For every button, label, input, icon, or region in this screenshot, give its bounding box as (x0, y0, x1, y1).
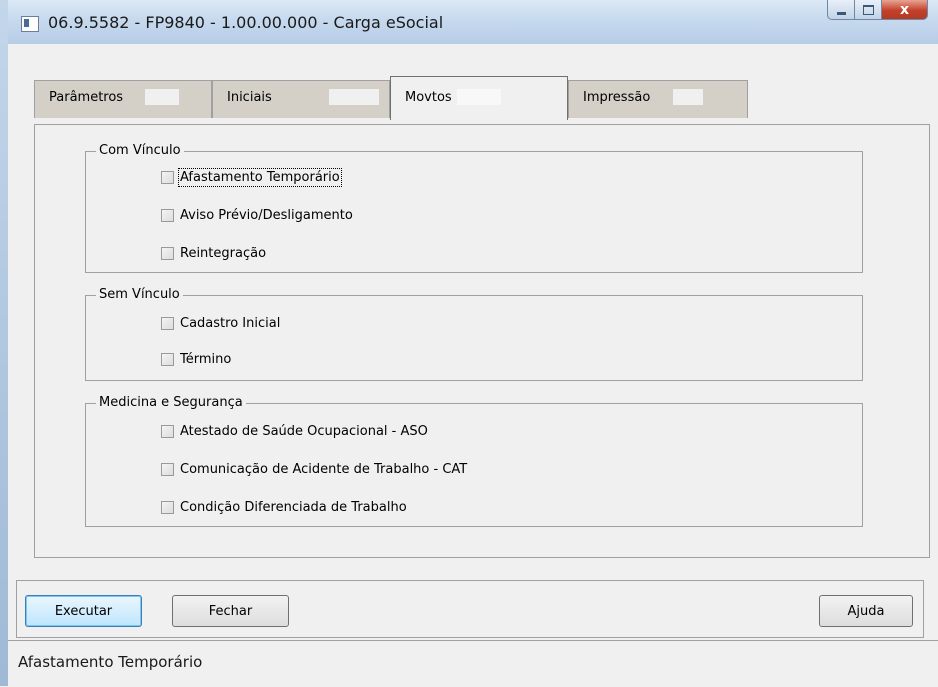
checkbox-label: Cadastro Inicial (180, 316, 281, 331)
group-legend: Com Vínculo (96, 143, 184, 158)
checkbox-reintegracao[interactable]: Reintegração (161, 246, 266, 261)
checkbox-label: Atestado de Saúde Ocupacional - ASO (180, 424, 428, 439)
checkbox-box[interactable] (161, 247, 174, 260)
ajuda-button[interactable]: Ajuda (819, 595, 913, 627)
fechar-button[interactable]: Fechar (172, 595, 289, 627)
checkbox-label: Condição Diferenciada de Trabalho (180, 500, 407, 515)
close-button[interactable]: x (882, 0, 928, 20)
checkbox-box[interactable] (161, 501, 174, 514)
checkbox-box[interactable] (161, 463, 174, 476)
checkbox-label: Reintegração (180, 246, 267, 261)
group-legend: Medicina e Segurança (96, 395, 246, 410)
title-bar[interactable]: 06.9.5582 - FP9840 - 1.00.00.000 - Carga… (8, 0, 938, 45)
group-sem-vinculo: Sem Vínculo Cadastro Inicial Término (85, 287, 863, 381)
button-bar: Executar Fechar Ajuda (16, 580, 924, 638)
checkbox-label: Aviso Prévio/Desligamento (180, 208, 353, 223)
checkbox-cadastro-inicial[interactable]: Cadastro Inicial (161, 316, 280, 331)
maximize-button[interactable] (855, 0, 882, 20)
tab-movtos[interactable]: Movtos (390, 76, 568, 120)
tab-panel-movtos: Com Vínculo Afastamento Temporário Aviso… (34, 124, 930, 558)
checkbox-label: Afastamento Temporário (178, 168, 342, 187)
tab-impressao[interactable]: Impressão (568, 80, 748, 118)
checkbox-cat[interactable]: Comunicação de Acidente de Trabalho - CA… (161, 462, 467, 477)
tab-parametros[interactable]: Parâmetros (34, 80, 212, 118)
checkbox-termino[interactable]: Término (161, 352, 231, 367)
tab-label: Movtos (405, 90, 452, 105)
checkbox-afastamento-temporario[interactable]: Afastamento Temporário (161, 168, 342, 187)
checkbox-label: Término (180, 352, 232, 367)
group-com-vinculo: Com Vínculo Afastamento Temporário Aviso… (85, 143, 863, 273)
group-legend: Sem Vínculo (96, 287, 183, 302)
window-title: 06.9.5582 - FP9840 - 1.00.00.000 - Carga… (48, 13, 444, 32)
checkbox-box[interactable] (161, 171, 174, 184)
checkbox-condicao-diferenciada[interactable]: Condição Diferenciada de Trabalho (161, 500, 407, 515)
app-icon (21, 16, 39, 32)
status-text: Afastamento Temporário (18, 653, 203, 671)
checkbox-aviso-previo[interactable]: Aviso Prévio/Desligamento (161, 208, 353, 223)
checkbox-box[interactable] (161, 353, 174, 366)
window-left-edge (0, 0, 8, 686)
minimize-icon (836, 11, 846, 15)
minimize-button[interactable] (827, 0, 855, 20)
window-client: Parâmetros Iniciais Movtos Impressão Com… (8, 44, 938, 687)
tab-indicator (673, 89, 703, 105)
tab-iniciais[interactable]: Iniciais (212, 80, 390, 118)
group-medicina-seguranca: Medicina e Segurança Atestado de Saúde O… (85, 395, 863, 527)
tab-label: Parâmetros (49, 90, 124, 105)
checkbox-aso[interactable]: Atestado de Saúde Ocupacional - ASO (161, 424, 428, 439)
checkbox-label: Comunicação de Acidente de Trabalho - CA… (180, 462, 468, 477)
tab-indicator (457, 89, 501, 105)
window-controls: x (827, 0, 928, 22)
tab-indicator (145, 89, 179, 105)
tab-label: Iniciais (227, 90, 272, 105)
tab-label: Impressão (583, 90, 651, 105)
executar-button[interactable]: Executar (25, 595, 142, 627)
status-bar: Afastamento Temporário (8, 640, 938, 687)
checkbox-box[interactable] (161, 425, 174, 438)
checkbox-box[interactable] (161, 209, 174, 222)
tab-indicator (329, 89, 379, 105)
close-icon: x (899, 1, 910, 18)
maximize-icon (862, 4, 874, 15)
checkbox-box[interactable] (161, 317, 174, 330)
